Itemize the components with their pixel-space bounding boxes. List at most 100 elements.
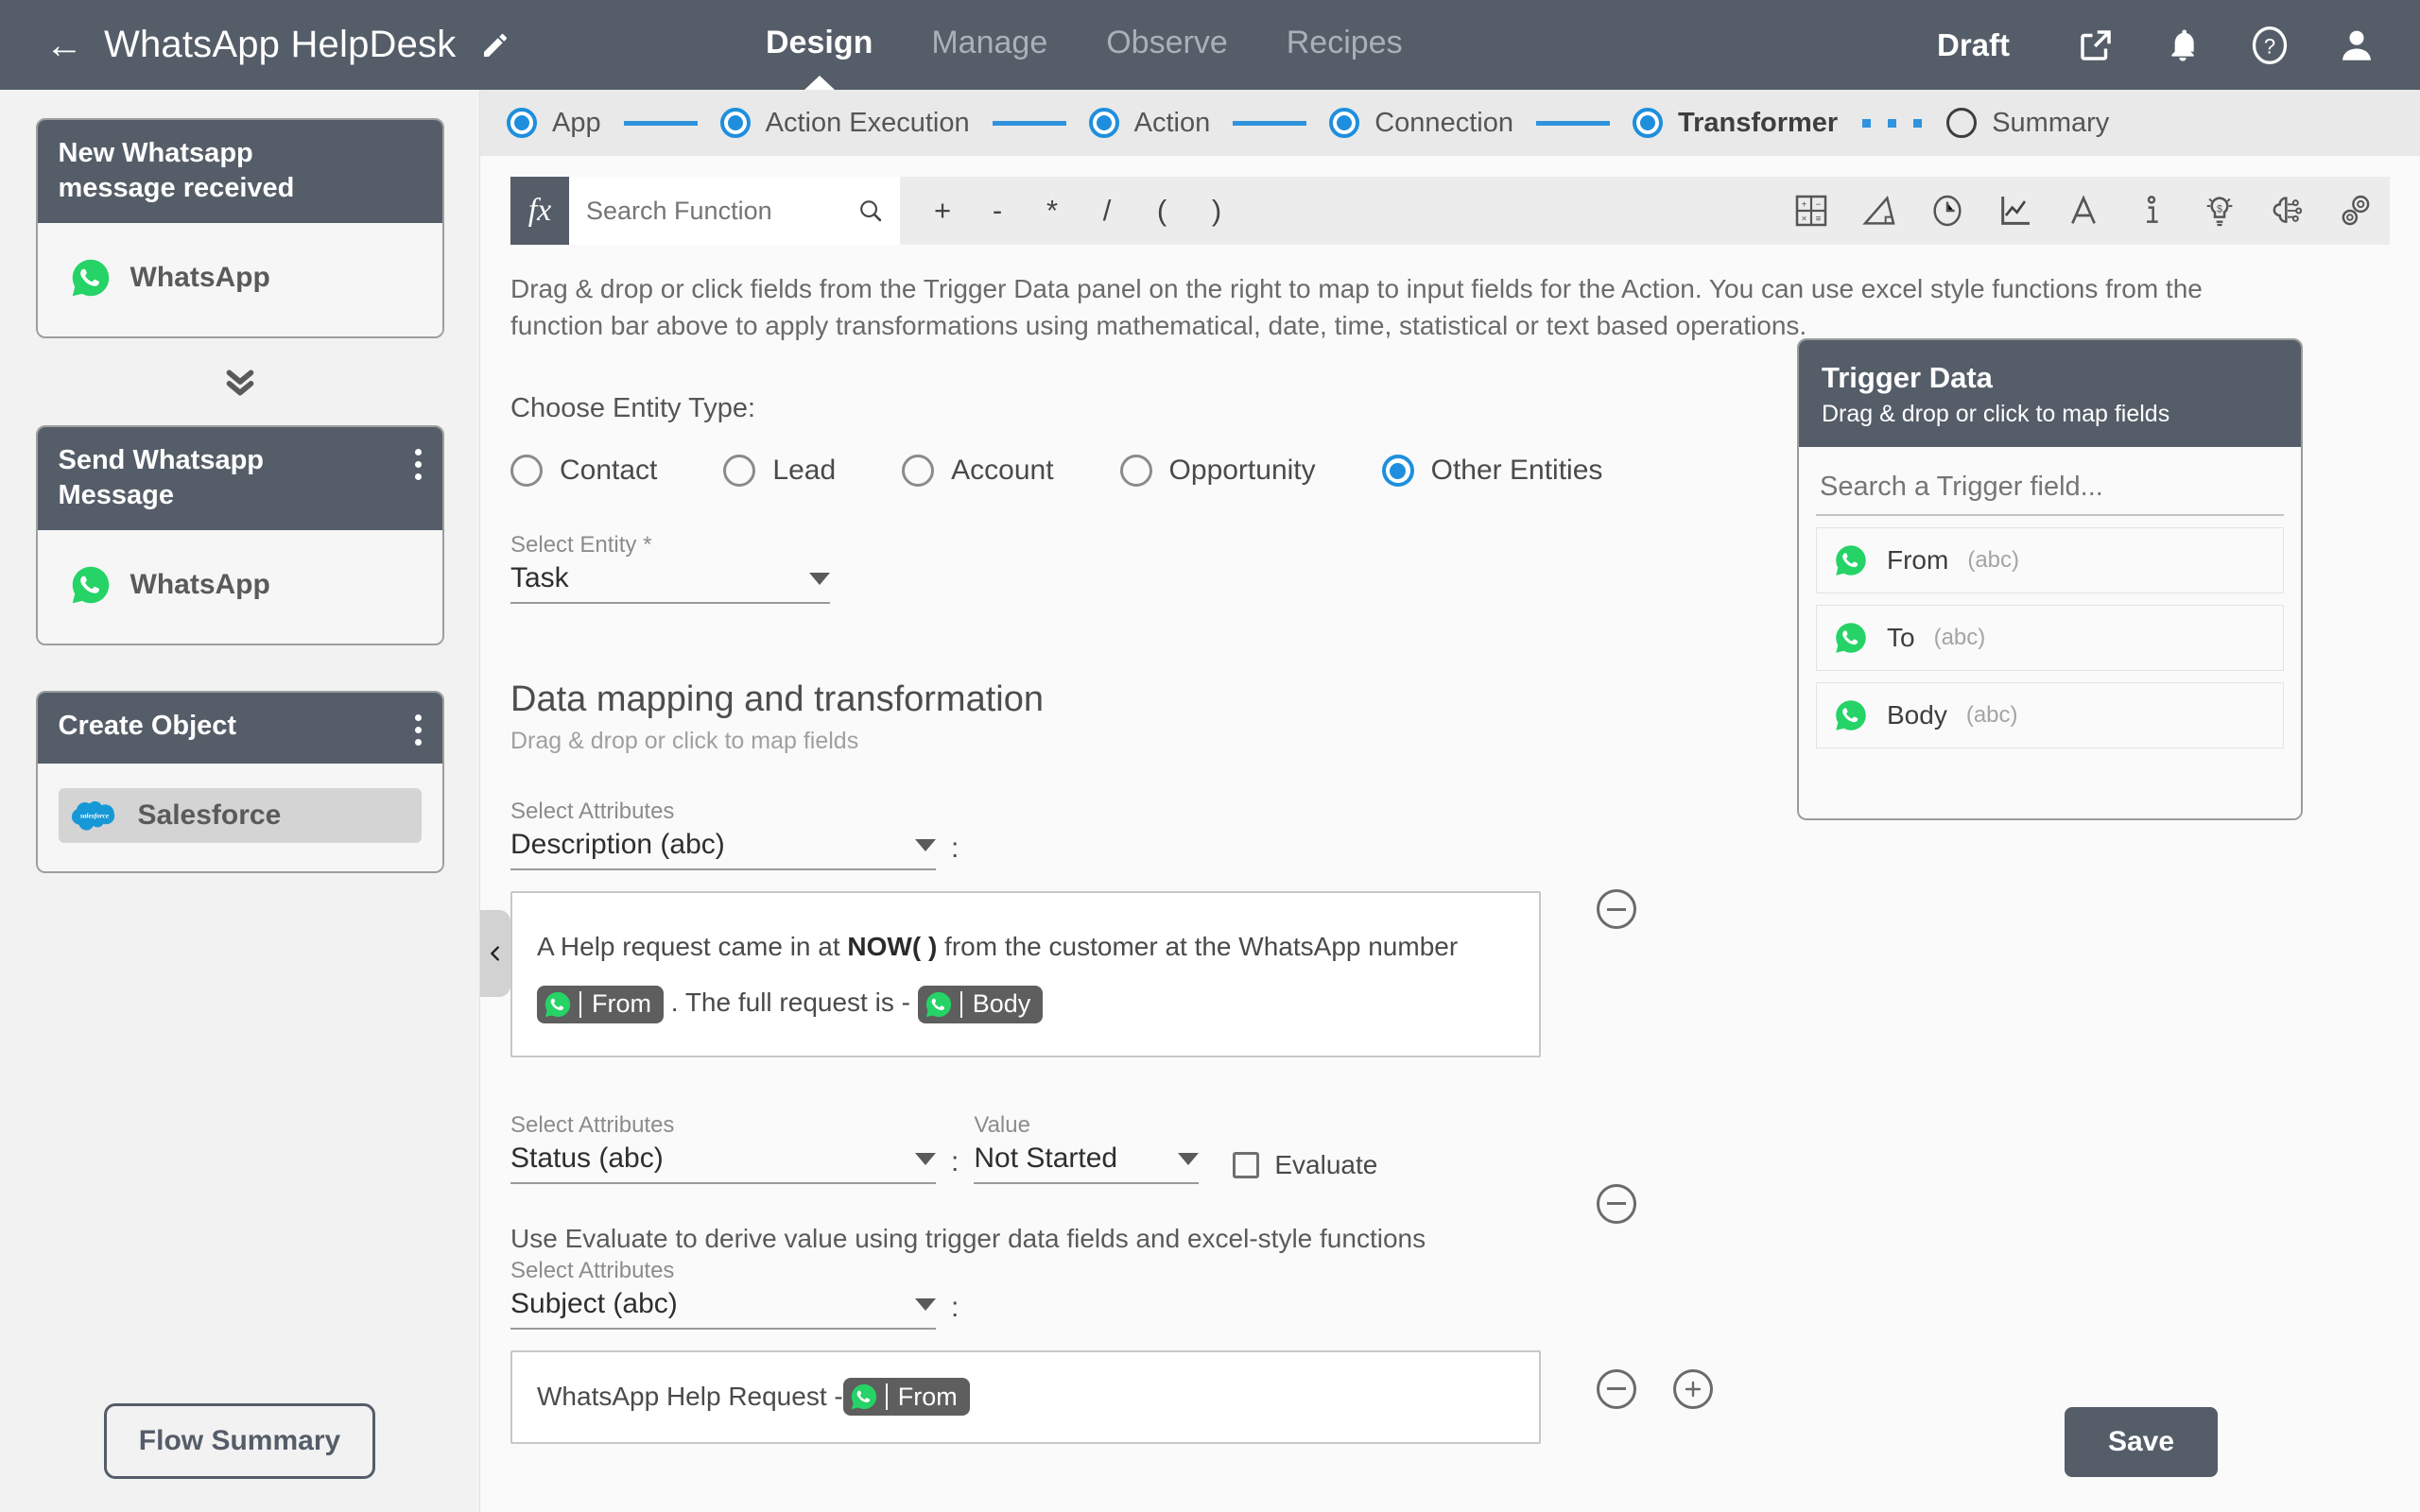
step-app[interactable]: App <box>507 108 601 139</box>
attribute-field[interactable]: Select Attributes Subject (abc) <box>510 1258 936 1330</box>
flow-node-create-object[interactable]: Create Object salesforce Salesforce <box>35 691 444 874</box>
select-entity-field[interactable]: Select Entity * Task <box>510 532 830 605</box>
ai-brain-icon[interactable] <box>2267 190 2308 232</box>
attribute-control[interactable]: Status (abc) <box>510 1139 936 1184</box>
whatsapp-icon <box>72 566 109 604</box>
step-summary[interactable]: Summary <box>1946 108 2109 139</box>
calculator-icon[interactable]: + − × ≡ <box>1790 190 1832 232</box>
kebab-menu-icon[interactable] <box>414 443 422 481</box>
fx-button[interactable]: fx <box>510 177 569 245</box>
trigger-search-input[interactable] <box>1820 472 2280 503</box>
trigger-search-field[interactable] <box>1816 464 2284 516</box>
financial-bulb-icon[interactable]: $ <box>2199 190 2240 232</box>
radio-opportunity[interactable]: Opportunity <box>1119 455 1316 488</box>
tab-observe[interactable]: Observe <box>1106 0 1228 90</box>
help-icon[interactable]: ? <box>2248 24 2291 67</box>
external-link-icon[interactable] <box>2074 24 2118 67</box>
sidebar-collapse-handle[interactable] <box>480 910 510 997</box>
chip-divider <box>959 990 962 1018</box>
field-chip-from[interactable]: From <box>537 985 664 1023</box>
function-search-field[interactable] <box>569 177 900 245</box>
operator-minus[interactable]: - <box>970 194 1025 228</box>
radio-off-icon <box>1119 455 1152 488</box>
remove-mapping-row-button[interactable] <box>1597 889 1636 930</box>
user-avatar-icon[interactable] <box>2335 24 2378 67</box>
attribute-field[interactable]: Select Attributes Status (abc) <box>510 1112 936 1184</box>
kebab-menu-icon[interactable] <box>414 709 422 747</box>
operator-divide[interactable]: / <box>1080 194 1134 228</box>
expression-editor-description[interactable]: A Help request came in at NOW( ) from th… <box>510 891 1541 1057</box>
tab-manage[interactable]: Manage <box>931 0 1047 90</box>
top-bar-right: Draft ? <box>1937 24 2420 67</box>
operator-close-paren[interactable]: ) <box>1189 194 1244 228</box>
flow-node-send-message[interactable]: Send Whatsapp Message WhatsApp <box>35 425 444 646</box>
radio-other-entities[interactable]: Other Entities <box>1381 455 1602 488</box>
salesforce-icon: salesforce <box>71 801 114 831</box>
evaluate-checkbox-wrapper[interactable]: Evaluate <box>1233 1150 1377 1180</box>
info-icon[interactable] <box>2131 190 2172 232</box>
step-connection[interactable]: Connection <box>1329 108 1513 139</box>
mapping-row-header: Select Attributes Status (abc) : Value N… <box>510 1112 2390 1184</box>
select-entity-control[interactable]: Task <box>510 558 830 605</box>
back-arrow-icon[interactable]: ← <box>45 26 83 64</box>
operator-open-paren[interactable]: ( <box>1134 194 1189 228</box>
flow-node-app[interactable]: WhatsApp <box>59 555 422 615</box>
add-mapping-row-button[interactable] <box>1673 1368 1713 1409</box>
field-chip-body[interactable]: Body <box>917 985 1044 1023</box>
flow-sidebar: New Whatsapp message received WhatsApp S… <box>0 90 480 1512</box>
value-field[interactable]: Value Not Started <box>974 1112 1200 1184</box>
main-panel: App Action Execution Action Connection T… <box>480 90 2420 1512</box>
flow-node-app[interactable]: WhatsApp <box>59 248 422 308</box>
svg-text:?: ? <box>2264 34 2275 58</box>
attribute-control[interactable]: Subject (abc) <box>510 1284 936 1330</box>
trigger-field-to[interactable]: To (abc) <box>1816 605 2284 671</box>
settings-gears-icon[interactable] <box>2335 190 2377 232</box>
save-button[interactable]: Save <box>2065 1407 2218 1477</box>
attribute-control[interactable]: Description (abc) <box>510 825 936 871</box>
pencil-icon[interactable] <box>480 30 510 60</box>
tab-recipes[interactable]: Recipes <box>1287 0 1403 90</box>
radio-account[interactable]: Account <box>902 455 1054 488</box>
flow-summary-button[interactable]: Flow Summary <box>103 1403 376 1479</box>
remove-mapping-row-button[interactable] <box>1597 1368 1636 1409</box>
value-control[interactable]: Not Started <box>974 1139 1200 1184</box>
step-action[interactable]: Action <box>1088 108 1210 139</box>
trigger-field-from[interactable]: From (abc) <box>1816 527 2284 593</box>
chevron-down-icon <box>809 573 830 586</box>
radio-contact[interactable]: Contact <box>510 455 657 488</box>
expression-editor-subject[interactable]: WhatsApp Help Request - From <box>510 1349 1541 1444</box>
evaluate-label: Evaluate <box>1274 1149 1378 1179</box>
statistics-chart-icon[interactable] <box>1995 190 2036 232</box>
whatsapp-icon <box>1836 700 1866 730</box>
operator-multiply[interactable]: * <box>1025 194 1080 228</box>
step-connector <box>992 120 1066 126</box>
clock-icon[interactable] <box>1927 190 1968 232</box>
trigger-field-body[interactable]: Body (abc) <box>1816 682 2284 748</box>
function-search-input[interactable] <box>586 196 850 226</box>
trigger-panel-subtitle: Drag & drop or click to map fields <box>1822 401 2170 427</box>
tab-design[interactable]: Design <box>766 0 873 90</box>
step-transformer[interactable]: Transformer <box>1632 108 1838 139</box>
flow-node-header: New Whatsapp message received <box>37 120 442 224</box>
operator-buttons: + - * / ( ) <box>915 194 1244 228</box>
text-a-icon[interactable] <box>2063 190 2104 232</box>
operator-plus[interactable]: + <box>915 194 970 228</box>
radio-lead[interactable]: Lead <box>723 455 836 488</box>
status-badge: Draft <box>1936 26 2010 62</box>
flow-node-trigger[interactable]: New Whatsapp message received WhatsApp <box>35 118 444 339</box>
chip-label: From <box>592 989 651 1019</box>
flow-node-app[interactable]: salesforce Salesforce <box>58 788 422 844</box>
evaluate-checkbox[interactable] <box>1233 1151 1260 1178</box>
step-action-execution[interactable]: Action Execution <box>719 108 970 139</box>
remove-mapping-row-button[interactable] <box>1597 1183 1636 1224</box>
field-chip-from[interactable]: From <box>842 1378 970 1417</box>
attribute-field[interactable]: Select Attributes Description (abc) <box>510 799 936 871</box>
trigonometry-icon[interactable] <box>1858 190 1900 232</box>
flow-node-header: Create Object <box>37 693 442 765</box>
svg-text:salesforce: salesforce <box>78 812 109 820</box>
trigger-field-name: From <box>1887 545 1949 575</box>
wizard-stepper: App Action Execution Action Connection T… <box>480 90 2420 156</box>
trigger-panel-body: From (abc) To (abc) Body (abc) <box>1799 447 2301 818</box>
intro-text: Drag & drop or click fields from the Tri… <box>510 274 2203 340</box>
bell-icon[interactable] <box>2161 24 2204 67</box>
